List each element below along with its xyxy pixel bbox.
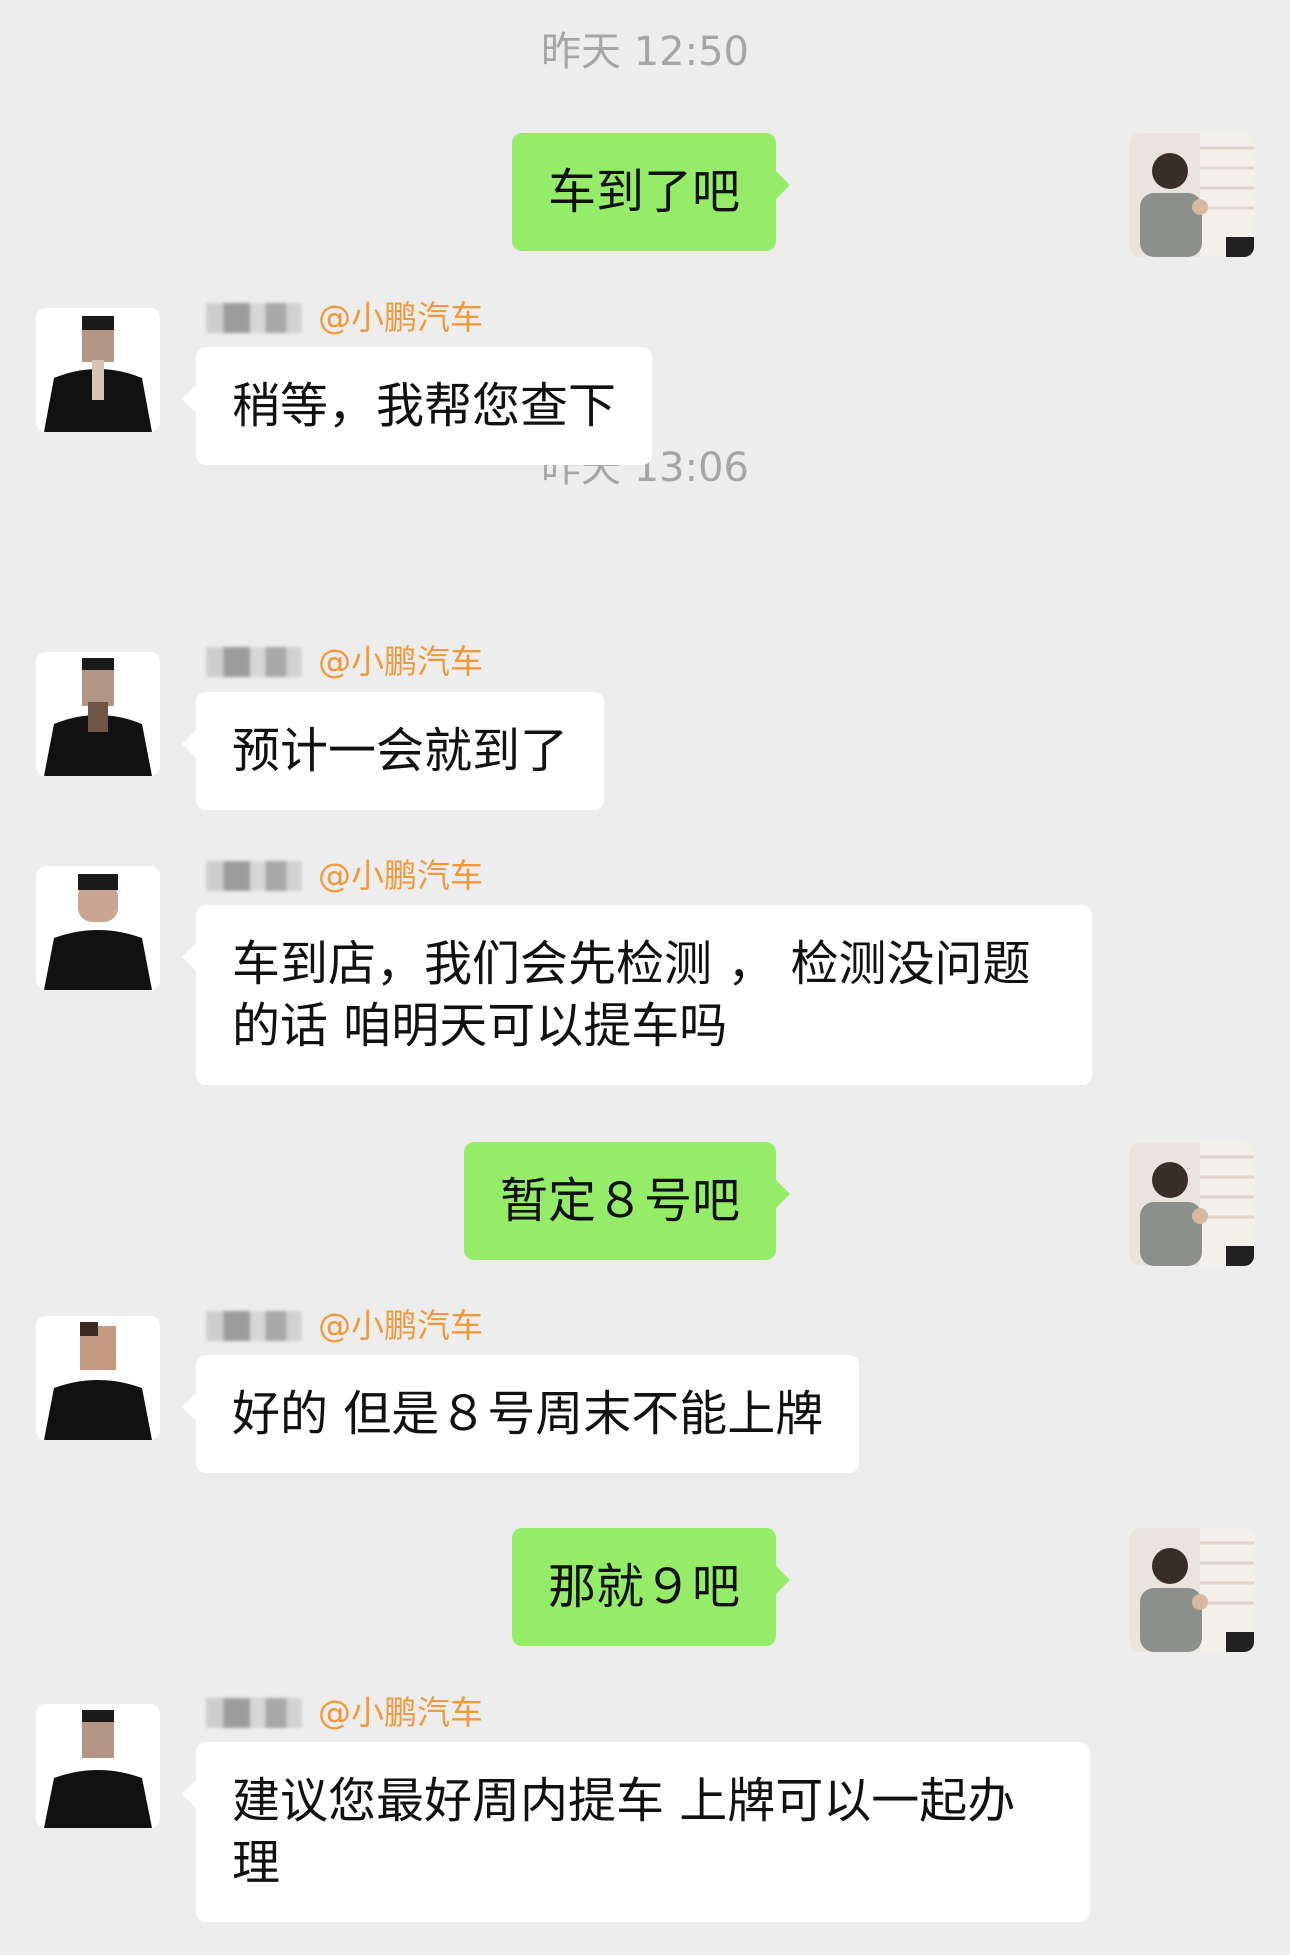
outgoing-message-bubble[interactable]: 暂定８号吧: [463, 1142, 791, 1260]
incoming-message-bubble[interactable]: 好的 但是８号周末不能上牌: [181, 1355, 860, 1473]
sender-name-row: @小鹏汽车: [206, 1306, 483, 1346]
sender-name-row: @小鹏汽车: [206, 856, 483, 896]
message-text: 暂定８号吧: [499, 1173, 740, 1229]
contact-avatar[interactable]: [36, 1704, 160, 1828]
contact-avatar-image: [36, 308, 160, 432]
message-text: 那就９吧: [547, 1559, 740, 1615]
incoming-message-bubble[interactable]: 预计一会就到了: [181, 692, 605, 810]
contact-avatar-image: [36, 1704, 160, 1828]
sender-name-row: @小鹏汽车: [206, 642, 483, 682]
sender-name-redacted: [206, 1311, 302, 1341]
contact-avatar[interactable]: [36, 308, 160, 432]
sender-company-tag: @小鹏汽车: [318, 298, 483, 337]
sender-name-redacted: [206, 647, 302, 677]
sender-company-tag: @小鹏汽车: [318, 856, 483, 895]
contact-avatar[interactable]: [36, 652, 160, 776]
message-text: 车到店，我们会先检测 ， 检测没问题的话 咱明天可以提车吗: [232, 936, 1031, 1054]
message-text: 建议您最好周内提车 上牌可以一起办理: [232, 1773, 1016, 1891]
sender-name-redacted: [206, 861, 302, 891]
sender-name-redacted: [206, 303, 302, 333]
message-text: 车到了吧: [547, 164, 740, 220]
my-avatar-image: [1130, 133, 1254, 257]
contact-avatar[interactable]: [36, 1316, 160, 1440]
timestamp: 昨天 12:50: [541, 29, 749, 75]
contact-avatar-image: [36, 1316, 160, 1440]
sender-name-row: @小鹏汽车: [206, 1693, 483, 1733]
sender-name-redacted: [206, 1698, 302, 1728]
message-text: 预计一会就到了: [232, 723, 569, 779]
my-avatar-image: [1130, 1142, 1254, 1266]
contact-avatar-image: [36, 866, 160, 990]
sender-company-tag: @小鹏汽车: [318, 1693, 483, 1732]
outgoing-message-bubble[interactable]: 车到了吧: [511, 133, 791, 251]
outgoing-message-bubble[interactable]: 那就９吧: [511, 1528, 791, 1646]
message-text: 稍等，我帮您查下: [232, 378, 617, 434]
my-avatar[interactable]: [1130, 1528, 1254, 1652]
contact-avatar[interactable]: [36, 866, 160, 990]
incoming-message-bubble[interactable]: 建议您最好周内提车 上牌可以一起办理: [182, 1742, 1090, 1922]
message-text: 好的 但是８号周末不能上牌: [232, 1386, 824, 1442]
incoming-message-bubble[interactable]: 稍等，我帮您查下: [181, 347, 653, 465]
sender-name-row: @小鹏汽车: [206, 298, 483, 338]
sender-company-tag: @小鹏汽车: [318, 1306, 483, 1345]
incoming-message-bubble[interactable]: 车到店，我们会先检测 ， 检测没问题的话 咱明天可以提车吗: [182, 905, 1092, 1085]
my-avatar[interactable]: [1130, 133, 1254, 257]
my-avatar-image: [1130, 1528, 1254, 1652]
my-avatar[interactable]: [1130, 1142, 1254, 1266]
sender-company-tag: @小鹏汽车: [318, 642, 483, 681]
contact-avatar-image: [36, 652, 160, 776]
